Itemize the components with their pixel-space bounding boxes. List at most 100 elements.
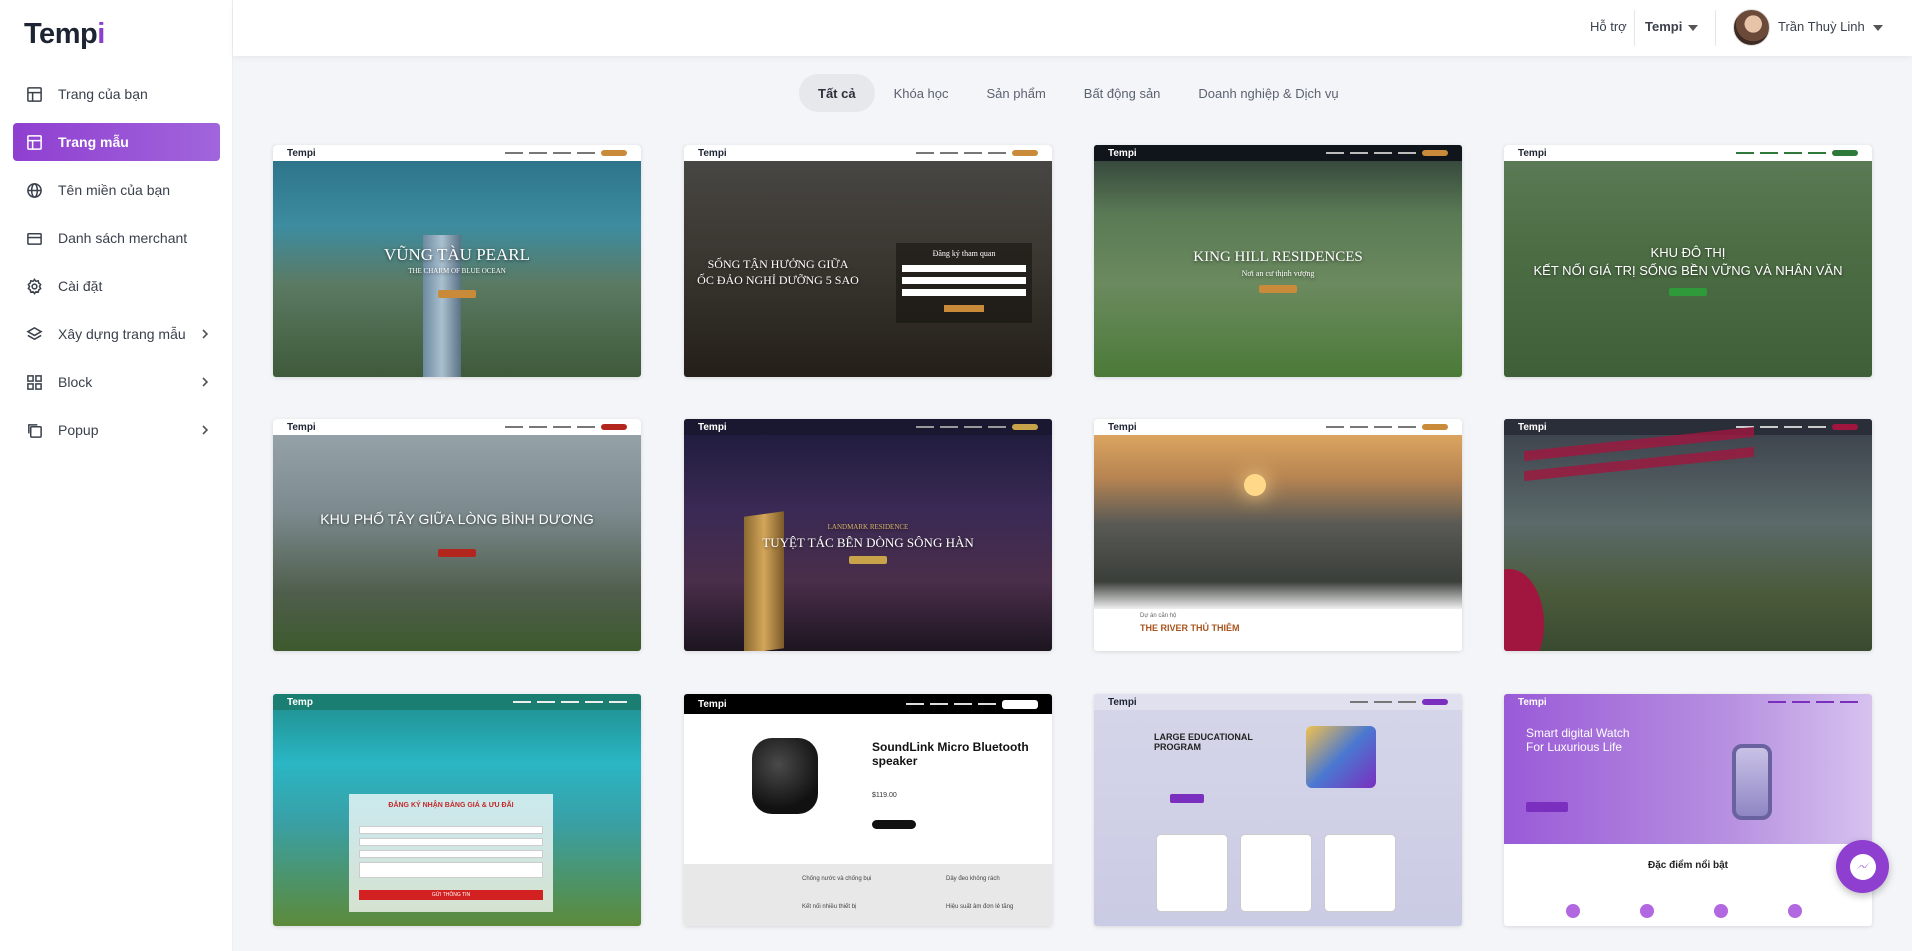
- thumb-nav: Tempi: [1094, 694, 1462, 710]
- top-bar: Hỗ trợ Tempi Trần Thuỳ Linh: [233, 0, 1912, 56]
- form-field: [359, 826, 543, 834]
- thumb-nav: Tempi: [684, 694, 1052, 714]
- tab-all[interactable]: Tất cả: [799, 74, 875, 112]
- tab-business[interactable]: Doanh nghiệp & Dịch vụ: [1179, 74, 1357, 112]
- sidebar-item-xay-dung[interactable]: Xây dựng trang mẫu: [13, 315, 220, 353]
- avatar[interactable]: [1733, 9, 1770, 46]
- thumb-brand: Tempi: [1108, 696, 1137, 708]
- template-card[interactable]: Tempi KING HILL RESIDENCES Nơi an cư thị…: [1094, 145, 1462, 377]
- thumb-brand: Tempi: [1108, 421, 1137, 433]
- thumb-brand: Temp: [287, 696, 313, 708]
- user-name[interactable]: Trần Thuỳ Linh: [1778, 19, 1865, 34]
- template-card[interactable]: Temp ĐĂNG KÝ NHẬN BẢNG GIÁ & ƯU ĐÃI GỬI …: [273, 694, 641, 926]
- template-card[interactable]: Tempi SoundLink Micro Bluetooth speaker …: [684, 694, 1052, 926]
- thumb-nav: Tempi: [1094, 145, 1462, 161]
- template-card[interactable]: Tempi SỐNG TẬN HƯỞNG GIỮA ỐC ĐẢO NGHỈ DƯ…: [684, 145, 1052, 377]
- thumb-brand: Tempi: [287, 421, 316, 433]
- tab-real-estate[interactable]: Bất động sản: [1065, 74, 1180, 112]
- template-title-line2: KẾT NỐI GIÁ TRỊ SỐNG BỀN VỮNG VÀ NHÂN VĂ…: [1533, 263, 1843, 278]
- tab-courses[interactable]: Khóa học: [875, 74, 968, 112]
- thumb-nav: Tempi: [1504, 145, 1872, 161]
- buy-button: [872, 820, 916, 829]
- sidebar-item-cai-dat[interactable]: Cài đặt: [13, 267, 220, 305]
- chevron-right-icon: [198, 423, 212, 437]
- info-panel: Dự án căn hộ THE RIVER THỦ THIÊM: [1094, 609, 1462, 651]
- template-title: TUYỆT TÁC BÊN DÒNG SÔNG HÀN: [762, 535, 974, 550]
- globe-icon: [25, 181, 43, 199]
- form-field: [359, 838, 543, 846]
- sidebar-item-merchant[interactable]: Danh sách merchant: [13, 219, 220, 257]
- template-subtitle: LANDMARK RESIDENCE: [827, 523, 909, 531]
- feature-icon: [1788, 904, 1802, 918]
- template-card[interactable]: Tempi: [1504, 419, 1872, 651]
- thumb-nav: Tempi: [273, 145, 641, 161]
- sidebar-item-label: Xây dựng trang mẫu: [58, 326, 186, 342]
- thumb-brand: Tempi: [1518, 696, 1547, 708]
- template-title: Smart digital Watch For Luxurious Life: [1526, 726, 1630, 754]
- cta-button: [1526, 802, 1568, 812]
- section-title: Đặc điểm nổi bật: [1647, 860, 1728, 871]
- template-card[interactable]: Tempi KHU ĐÔ THỊ KẾT NỐI GIÁ TRỊ SỐNG BỀ…: [1504, 145, 1872, 377]
- template-subtitle: Dự án căn hộ: [1140, 613, 1177, 619]
- template-card[interactable]: Tempi LANDMARK RESIDENCE TUYỆT TÁC BÊN D…: [684, 419, 1052, 651]
- sidebar-item-block[interactable]: Block: [13, 363, 220, 401]
- register-form: Đăng ký tham quan: [896, 243, 1032, 323]
- cta-button: [849, 556, 887, 564]
- template-title: KING HILL RESIDENCES: [1193, 249, 1363, 265]
- chevron-down-icon[interactable]: [1873, 25, 1883, 31]
- feature-card: [1240, 834, 1312, 912]
- chevron-down-icon[interactable]: [1688, 25, 1698, 31]
- feature-item: Dây đeo không rách: [946, 876, 1000, 882]
- sidebar: Tempi Trang của bạn Trang mẫu Tên miền c…: [0, 0, 233, 951]
- tower-shape: [744, 511, 784, 651]
- sidebar-item-label: Trang của bạn: [58, 86, 148, 102]
- sidebar-item-trang-mau[interactable]: Trang mẫu: [13, 123, 220, 161]
- template-card[interactable]: Tempi Smart digital Watch For Luxurious …: [1504, 694, 1872, 926]
- support-link[interactable]: Hỗ trợ: [1590, 19, 1627, 34]
- messenger-icon: [1849, 853, 1876, 880]
- template-subtitle: THE CHARM OF BLUE OCEAN: [408, 267, 506, 275]
- form-field: [359, 850, 543, 858]
- thumb-brand: Tempi: [287, 147, 316, 159]
- category-tabs: Tất cả Khóa học Sản phẩm Bất động sản Do…: [799, 74, 1358, 112]
- sun-shape: [1244, 474, 1266, 496]
- form-submit: [944, 305, 984, 312]
- sidebar-item-trang-cua-ban[interactable]: Trang của bạn: [13, 75, 220, 113]
- books-illustration: [1306, 726, 1376, 788]
- thumb-brand: Tempi: [698, 698, 727, 710]
- watch-image: [1732, 744, 1772, 820]
- cta-button: [1259, 285, 1297, 293]
- feature-icon: [1566, 904, 1580, 918]
- template-card[interactable]: Tempi VŨNG TÀU PEARL THE CHARM OF BLUE O…: [273, 145, 641, 377]
- copy-icon: [25, 421, 43, 439]
- sidebar-item-popup[interactable]: Popup: [13, 411, 220, 449]
- chevron-right-icon: [198, 327, 212, 341]
- form-field: [902, 265, 1026, 272]
- thumb-brand: Tempi: [1108, 147, 1137, 159]
- sidebar-item-label: Block: [58, 374, 93, 390]
- template-card[interactable]: Tempi KHU PHỐ TÂY GIỮA LÒNG BÌNH DƯƠNG: [273, 419, 641, 651]
- tab-products[interactable]: Sản phẩm: [968, 74, 1065, 112]
- template-title: LARGE EDUCATIONAL PROGRAM: [1154, 732, 1253, 752]
- messenger-chat-button[interactable]: [1836, 840, 1889, 893]
- thumb-nav: Tempi: [273, 419, 641, 435]
- cta-button: [438, 290, 476, 298]
- feature-icon: [1714, 904, 1728, 918]
- chevron-right-icon: [198, 375, 212, 389]
- divider: [1715, 10, 1716, 46]
- thumb-brand: Tempi: [698, 147, 727, 159]
- speaker-image: [752, 738, 818, 814]
- app-logo[interactable]: Tempi: [24, 18, 105, 51]
- hero-band: [1504, 694, 1872, 844]
- thumb-nav: Tempi: [684, 419, 1052, 435]
- sidebar-item-label: Trang mẫu: [58, 134, 129, 150]
- accent-shape: [1504, 569, 1544, 651]
- org-selector[interactable]: Tempi: [1645, 19, 1682, 34]
- register-form: ĐĂNG KÝ NHẬN BẢNG GIÁ & ƯU ĐÃI GỬI THÔNG…: [349, 794, 553, 912]
- template-card[interactable]: Tempi Dự án căn hộ THE RIVER THỦ THIÊM: [1094, 419, 1462, 651]
- sidebar-item-label: Cài đặt: [58, 278, 103, 294]
- sidebar-item-ten-mien[interactable]: Tên miền của bạn: [13, 171, 220, 209]
- template-icon: [25, 133, 43, 151]
- template-title: THE RIVER THỦ THIÊM: [1140, 623, 1240, 633]
- template-card[interactable]: Tempi LARGE EDUCATIONAL PROGRAM: [1094, 694, 1462, 926]
